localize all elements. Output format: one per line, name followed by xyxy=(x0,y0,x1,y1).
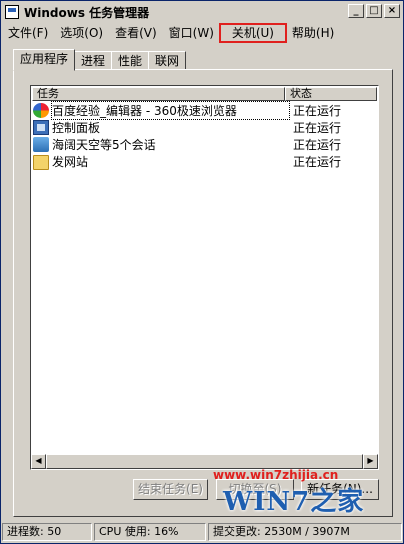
control-panel-icon xyxy=(33,120,49,135)
menu-windows[interactable]: 窗口(W) xyxy=(163,24,220,42)
commit-charge: 提交更改: 2530M / 3907M xyxy=(208,523,402,541)
scroll-left-icon[interactable]: ◀ xyxy=(31,454,46,469)
list-item[interactable]: 百度经验_编辑器 - 360极速浏览器 正在运行 xyxy=(33,101,376,120)
maximize-button[interactable]: □ xyxy=(366,4,382,18)
tab-processes[interactable]: 进程 xyxy=(74,51,113,70)
menu-help[interactable]: 帮助(H) xyxy=(286,24,340,42)
task-manager-icon xyxy=(5,5,19,19)
task-status: 正在运行 xyxy=(293,138,342,152)
scroll-thumb[interactable] xyxy=(46,454,363,469)
status-bar: 进程数: 50 CPU 使用: 16% 提交更改: 2530M / 3907M xyxy=(2,523,402,542)
list-header: 任务 状态 xyxy=(32,87,377,101)
menu-options[interactable]: 选项(O) xyxy=(54,24,109,42)
menu-shutdown[interactable]: 关机(U) xyxy=(218,23,287,43)
task-list[interactable]: 任务 状态 百度经验_编辑器 - 360极速浏览器 正在运行 控制面板 正在运行… xyxy=(30,85,379,470)
window-title: Windows 任务管理器 xyxy=(24,5,150,20)
list-item[interactable]: 控制面板 正在运行 xyxy=(33,119,376,136)
chat-icon xyxy=(33,137,49,152)
tab-applications[interactable]: 应用程序 xyxy=(13,49,76,71)
tab-networking[interactable]: 联网 xyxy=(148,51,187,70)
task-name: 发网站 xyxy=(52,155,89,169)
menu-bar: 文件(F) 选项(O) 查看(V) 窗口(W) 关机(U) 帮助(H) xyxy=(2,23,402,43)
watermark-logo: WIN7之家 xyxy=(223,487,365,517)
close-button[interactable]: × xyxy=(384,4,400,18)
watermark-url: www.win7zhijia.cn xyxy=(213,468,339,482)
end-task-button[interactable]: 结束任务(E) xyxy=(133,479,208,500)
browser-icon xyxy=(33,103,49,118)
process-count: 进程数: 50 xyxy=(2,523,92,541)
task-name: 百度经验_编辑器 - 360极速浏览器 xyxy=(51,101,290,120)
list-item[interactable]: 海阔天空等5个会话 正在运行 xyxy=(33,136,376,153)
task-status: 正在运行 xyxy=(293,121,342,135)
column-status[interactable]: 状态 xyxy=(285,87,377,101)
task-name: 海阔天空等5个会话 xyxy=(52,138,156,152)
scroll-track[interactable] xyxy=(46,454,363,469)
task-status: 正在运行 xyxy=(293,155,342,169)
scroll-right-icon[interactable]: ▶ xyxy=(363,454,378,469)
tab-strip: 应用程序 进程 性能 联网 xyxy=(13,49,187,71)
column-task[interactable]: 任务 xyxy=(32,87,285,101)
title-bar[interactable]: Windows 任务管理器 _ □ × xyxy=(2,2,402,22)
minimize-button[interactable]: _ xyxy=(348,4,364,18)
task-name: 控制面板 xyxy=(52,121,101,135)
list-item[interactable]: 发网站 正在运行 xyxy=(33,153,376,170)
task-status: 正在运行 xyxy=(293,104,342,118)
menu-file[interactable]: 文件(F) xyxy=(2,24,54,42)
task-manager-window: Windows 任务管理器 _ □ × 文件(F) 选项(O) 查看(V) 窗口… xyxy=(0,0,404,544)
menu-view[interactable]: 查看(V) xyxy=(109,24,163,42)
cpu-usage: CPU 使用: 16% xyxy=(94,523,206,541)
horizontal-scrollbar[interactable]: ◀ ▶ xyxy=(31,454,378,469)
tab-performance[interactable]: 性能 xyxy=(111,51,150,70)
folder-icon xyxy=(33,155,49,170)
